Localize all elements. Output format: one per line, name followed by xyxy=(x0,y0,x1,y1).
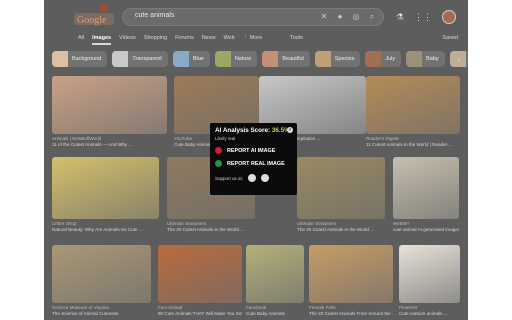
popup-title: AI Analysis Score: 36.5% xyxy=(215,127,290,134)
paypal-icon[interactable] xyxy=(248,174,257,182)
chevron-right-icon[interactable]: › xyxy=(457,55,460,64)
saved-button[interactable]: Saved xyxy=(442,35,458,41)
chip-thumbnail xyxy=(172,51,189,67)
search-bar[interactable]: cute animals ✕ ● ◎ ⌕ xyxy=(122,8,384,26)
tab-videos[interactable]: Videos xyxy=(119,35,136,45)
result-caption[interactable]: Pinterest Cute cartoon animals ... xyxy=(399,305,460,317)
filter-chip[interactable]: Species xyxy=(314,51,361,67)
search-tabs: All Images Videos Shopping Forums News W… xyxy=(78,35,262,45)
filter-chip[interactable]: Beautiful xyxy=(262,51,310,67)
search-icon[interactable]: ⌕ xyxy=(367,12,377,22)
result-title: cute animal AI-generated images ... xyxy=(393,227,459,232)
filter-chip[interactable]: Blue xyxy=(172,51,210,67)
support-row: Support us at: xyxy=(215,174,292,182)
tab-more[interactable]: ⋮ More xyxy=(243,35,263,45)
result-caption[interactable]: Facebook Cute Baby Animals xyxy=(246,305,304,317)
chip-label: Nature xyxy=(234,56,252,62)
search-query[interactable]: cute animals xyxy=(135,12,174,19)
result-title: Cute cartoon animals ... xyxy=(399,311,448,316)
chip-label: Beautiful xyxy=(282,56,304,62)
account-area: ⚗ ⋮⋮ xyxy=(396,10,456,24)
result-title: Natural Beauty: Why Are Animals So Cute … xyxy=(52,227,143,232)
apps-grid-icon[interactable]: ⋮⋮ xyxy=(414,12,432,23)
tab-images[interactable]: Images xyxy=(92,35,112,45)
result-image[interactable] xyxy=(297,157,385,219)
tools-button[interactable]: Tools xyxy=(290,35,303,41)
chip-label: Baby xyxy=(426,56,439,62)
result-title: The 20 Cutest Animals in the World ... xyxy=(297,227,375,232)
chip-thumbnail xyxy=(365,51,382,67)
ai-analysis-popup: AI Analysis Score: 36.5% × Likely real R… xyxy=(210,123,297,195)
result-caption[interactable]: Reader's Digest 11 Cutest Animals in the … xyxy=(366,136,460,148)
report-real-label: REPORT REAL IMAGE xyxy=(227,160,285,167)
result-title: The 20 Cutest Animals in the World ... xyxy=(167,227,245,232)
chip-thumbnail xyxy=(406,51,423,67)
chip-thumbnail xyxy=(214,51,231,67)
top-bar: Google cute animals ✕ ● ◎ ⌕ ⚗ ⋮⋮ xyxy=(44,0,468,30)
result-title: The 20 Cutest Animals From Around the ..… xyxy=(309,311,393,316)
chip-thumbnail xyxy=(112,51,129,67)
report-real-dot-icon xyxy=(215,160,222,167)
result-caption[interactable]: Female Felts The 20 Cutest Animals From A… xyxy=(309,305,393,317)
lens-icon[interactable]: ◎ xyxy=(351,12,361,22)
result-title: Cute Baby Animals xyxy=(246,311,285,316)
result-caption[interactable]: Animals | NowBuffWorld 11 of the Cutest A… xyxy=(52,136,167,148)
chip-thumbnail xyxy=(314,51,331,67)
result-title: The Science of Animal Cuteness xyxy=(52,311,119,316)
tab-shopping[interactable]: Shopping xyxy=(144,35,167,45)
likelihood-label: Likely real xyxy=(215,136,236,141)
filter-chip[interactable]: Transparent xyxy=(112,51,168,67)
clear-icon[interactable]: ✕ xyxy=(319,12,329,22)
support-label: Support us at: xyxy=(215,175,244,181)
tab-web[interactable]: Web xyxy=(223,35,234,45)
chip-thumbnail xyxy=(262,51,279,67)
result-image[interactable] xyxy=(393,157,459,219)
result-title: 11 of the Cutest Animals — And Why ... xyxy=(52,142,133,147)
filter-chips: Background Transparent Blue Nature Beautiful… xyxy=(52,51,468,67)
result-image[interactable] xyxy=(52,245,151,303)
result-caption[interactable]: Critter Shop Natural Beauty: Why Are Anim… xyxy=(52,221,159,233)
result-caption[interactable]: Fact Animal 50 Cute Animals THAT Will Mak… xyxy=(158,305,242,317)
chip-label: Blue xyxy=(192,56,204,62)
patreon-icon[interactable] xyxy=(261,174,270,182)
result-image[interactable] xyxy=(246,245,304,303)
result-image[interactable] xyxy=(399,245,460,303)
report-ai-button[interactable]: REPORT AI IMAGE xyxy=(215,147,292,154)
tab-news[interactable]: News xyxy=(202,35,216,45)
report-real-button[interactable]: REPORT REAL IMAGE xyxy=(215,160,292,167)
result-image[interactable] xyxy=(158,245,242,303)
browser-frame: Google cute animals ✕ ● ◎ ⌕ ⚗ ⋮⋮ All Ima… xyxy=(44,0,468,320)
filter-chip[interactable]: Background xyxy=(52,51,108,67)
tab-forums[interactable]: Forums xyxy=(175,35,194,45)
filter-chip[interactable]: July xyxy=(365,51,402,67)
result-image[interactable] xyxy=(366,76,460,134)
labs-flask-icon[interactable]: ⚗ xyxy=(396,12,404,23)
result-caption[interactable]: Ultimate Streamers The 20 Cutest Animals … xyxy=(297,221,385,233)
close-icon[interactable]: × xyxy=(287,127,293,133)
filter-chip[interactable]: Baby xyxy=(406,51,445,67)
result-image[interactable] xyxy=(309,245,393,303)
result-image[interactable] xyxy=(52,76,167,134)
chip-label: Background xyxy=(72,56,102,62)
microphone-icon[interactable]: ● xyxy=(335,12,345,22)
report-ai-dot-icon xyxy=(215,147,222,154)
chip-label: July xyxy=(385,56,396,62)
result-title: 50 Cute Animals THAT Will Make You Smile xyxy=(158,311,242,316)
result-title: 11 Cutest Animals in the World | Reader … xyxy=(366,142,453,147)
chip-label: Species xyxy=(334,56,355,62)
result-image[interactable] xyxy=(52,157,159,219)
report-ai-label: REPORT AI IMAGE xyxy=(227,147,276,154)
svg-text:Google: Google xyxy=(77,15,107,26)
chip-label: Transparent xyxy=(132,56,162,62)
filter-chip[interactable]: Nature xyxy=(214,51,258,67)
result-caption[interactable]: WeBiter cute animal AI-generated images .… xyxy=(393,221,459,233)
result-caption[interactable]: Science Museum of Virginia The Science of… xyxy=(52,305,151,317)
chip-thumbnail xyxy=(52,51,68,67)
result-caption[interactable]: Ultimate Streamers The 20 Cutest Animals … xyxy=(167,221,255,233)
avatar[interactable] xyxy=(442,10,456,24)
tab-all[interactable]: All xyxy=(78,35,84,45)
